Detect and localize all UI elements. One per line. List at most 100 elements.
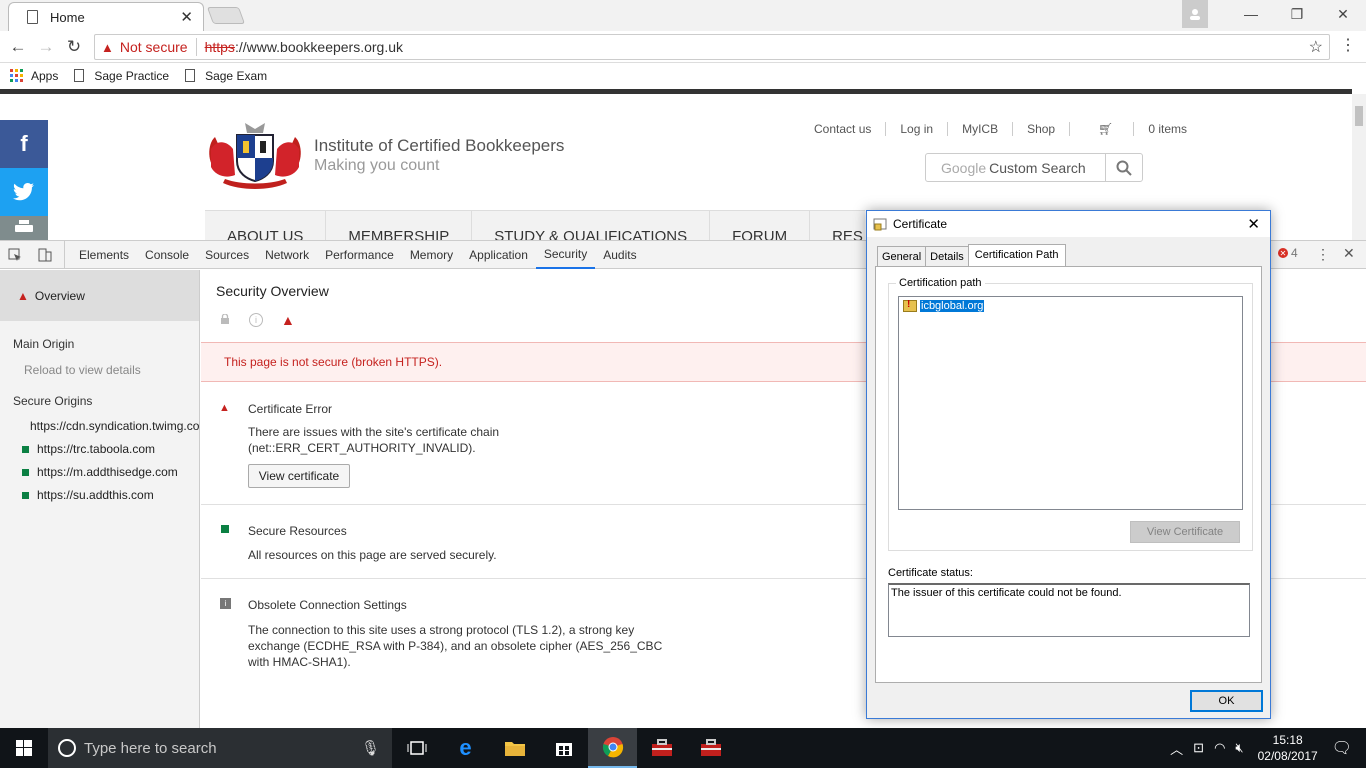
browser-menu-icon[interactable]: ⋮ [1340,35,1356,55]
restore-icon[interactable]: ❐ [1274,0,1320,28]
origin-item[interactable]: https://m.addthisedge.com [22,465,178,479]
user-profile-icon[interactable] [1182,0,1208,28]
devtools-tab-performance[interactable]: Performance [317,241,402,269]
origin-item[interactable]: https://su.addthis.com [22,488,154,502]
close-dialog-icon[interactable]: ✕ [1247,215,1260,233]
edge-browser-icon[interactable]: e [441,728,490,768]
browser-tab-home[interactable]: Home ✕ [8,2,204,31]
certificate-status-text[interactable]: The issuer of this certificate could not… [888,583,1250,637]
close-window-icon[interactable]: ✕ [1320,0,1366,28]
minimize-icon[interactable]: — [1228,0,1274,28]
myicb-link[interactable]: MyICB [947,122,1012,136]
file-explorer-icon[interactable] [490,728,539,768]
overview-item[interactable]: ▲ Overview [0,270,199,321]
view-certificate-button-disabled[interactable]: View Certificate [1130,521,1240,543]
institute-name[interactable]: Institute of Certified Bookkeepers [314,136,564,156]
bookmark-sage-practice[interactable]: Sage Practice [74,69,169,83]
cortana-icon [58,739,76,757]
ok-button[interactable]: OK [1190,690,1263,712]
bookmark-sage-exam[interactable]: Sage Exam [185,69,267,83]
device-toolbar-icon[interactable] [30,240,65,269]
section-body: exchange (ECDHE_RSA with P-384), and an … [248,639,663,653]
certification-path-panel: Certification path icbglobal.org View Ce… [875,266,1262,683]
bookmark-label: Apps [31,68,59,83]
windows-taskbar: Type here to search 🎙︎ e ︿ ⊡ ◠ 🔇︎ 15:18 … [0,728,1366,768]
devtools-tab-sources[interactable]: Sources [197,241,257,269]
tab-details[interactable]: Details [925,246,969,267]
origin-item[interactable]: https://cdn.syndication.twimg.com [22,419,200,433]
site-search-input[interactable]: Google Custom Search [925,153,1143,182]
devtools-tab-application[interactable]: Application [461,241,536,269]
cart-link[interactable]: 🛒︎ 0 items [1069,122,1215,136]
devtools-tab-memory[interactable]: Memory [402,241,461,269]
warning-icon[interactable]: ▲ [101,40,114,55]
start-button[interactable] [0,728,48,768]
certification-path-tree[interactable]: icbglobal.org [898,296,1243,510]
secure-dot-icon [22,445,29,453]
certificate-icon [873,217,887,231]
not-secure-label[interactable]: Not secure [120,39,188,55]
section-body: (net::ERR_CERT_AUTHORITY_INVALID). [248,441,476,455]
page-icon [74,69,85,82]
icb-crest-logo[interactable] [205,119,305,191]
microphone-icon[interactable]: 🎙︎ [361,739,380,757]
tab-certification-path[interactable]: Certification Path [967,244,1066,267]
devtools-menu-icon[interactable]: ⋮ [1316,246,1330,263]
chrome-icon[interactable] [588,728,637,768]
show-hidden-icons-chevron-icon[interactable]: ︿ [1170,739,1183,758]
twitter-share-icon[interactable] [0,168,48,216]
toolbox-app-icon[interactable] [637,728,686,768]
bookmark-star-icon[interactable]: ☆ [1309,37,1323,57]
error-counter[interactable]: ✕ 4 [1278,246,1298,260]
taskbar-search-input[interactable]: Type here to search 🎙︎ [48,728,392,768]
network-icon[interactable]: ⊡ [1193,740,1204,756]
certificate-dialog: Certificate ✕ General Details Certificat… [866,210,1271,719]
nav-membership[interactable]: MEMBERSHIP [326,211,473,240]
back-icon[interactable]: ← [5,31,31,63]
print-icon[interactable] [0,216,48,240]
close-tab-icon[interactable]: ✕ [180,8,193,26]
store-icon[interactable] [539,728,588,768]
tagline: Making you count [314,157,440,174]
volume-muted-icon[interactable]: 🔇︎ [1235,740,1243,756]
tree-node[interactable]: icbglobal.org [903,299,1238,312]
action-center-icon[interactable]: 🗨︎ [1332,738,1352,758]
tab-general[interactable]: General [877,246,927,267]
origin-url: https://m.addthisedge.com [37,465,178,479]
certification-path-label: Certification path [896,277,985,289]
devtools-tab-console[interactable]: Console [137,241,197,269]
nav-study-qualifications[interactable]: STUDY & QUALIFICATIONS [472,211,711,240]
page-scrollbar[interactable] [1352,94,1366,240]
shop-link[interactable]: Shop [1012,122,1069,136]
nav-about-us[interactable]: ABOUT US [205,211,327,240]
view-certificate-button[interactable]: View certificate [248,464,350,488]
devtools-tab-elements[interactable]: Elements [71,241,137,269]
bookmark-apps[interactable]: Apps [10,69,58,83]
address-bar[interactable]: ▲ Not secure https ://www.bookkeepers.or… [94,34,1330,60]
log-in-link[interactable]: Log in [885,122,947,136]
scrollbar-thumb[interactable] [1355,106,1363,126]
devtools-tab-network[interactable]: Network [257,241,317,269]
section-title: Secure Resources [248,524,347,538]
devtools-tab-security[interactable]: Security [535,241,596,269]
wifi-icon[interactable]: ◠ [1214,740,1225,756]
origin-item[interactable]: https://trc.taboola.com [22,442,155,456]
inspect-element-icon[interactable] [0,241,30,269]
dialog-title-bar[interactable]: Certificate ✕ [867,211,1270,237]
nav-forum[interactable]: FORUM [710,211,811,240]
forward-icon[interactable]: → [33,31,59,63]
reload-icon[interactable]: ↻ [61,31,87,63]
close-devtools-icon[interactable]: ✕ [1343,245,1355,262]
devtools-tab-audits[interactable]: Audits [595,241,644,269]
task-view-icon[interactable] [392,728,441,768]
toolbox-app-icon[interactable] [686,728,735,768]
search-label: Custom Search [989,159,1086,176]
facebook-share-icon[interactable]: f [0,120,48,168]
nav-resources[interactable]: RES [810,211,865,240]
new-tab-button[interactable] [206,7,246,24]
clock[interactable]: 15:18 02/08/2017 [1258,732,1318,764]
security-overview-title: Security Overview [216,283,329,299]
search-icon[interactable] [1105,153,1142,182]
contact-us-link[interactable]: Contact us [800,122,885,136]
section-title: Certificate Error [248,402,333,416]
